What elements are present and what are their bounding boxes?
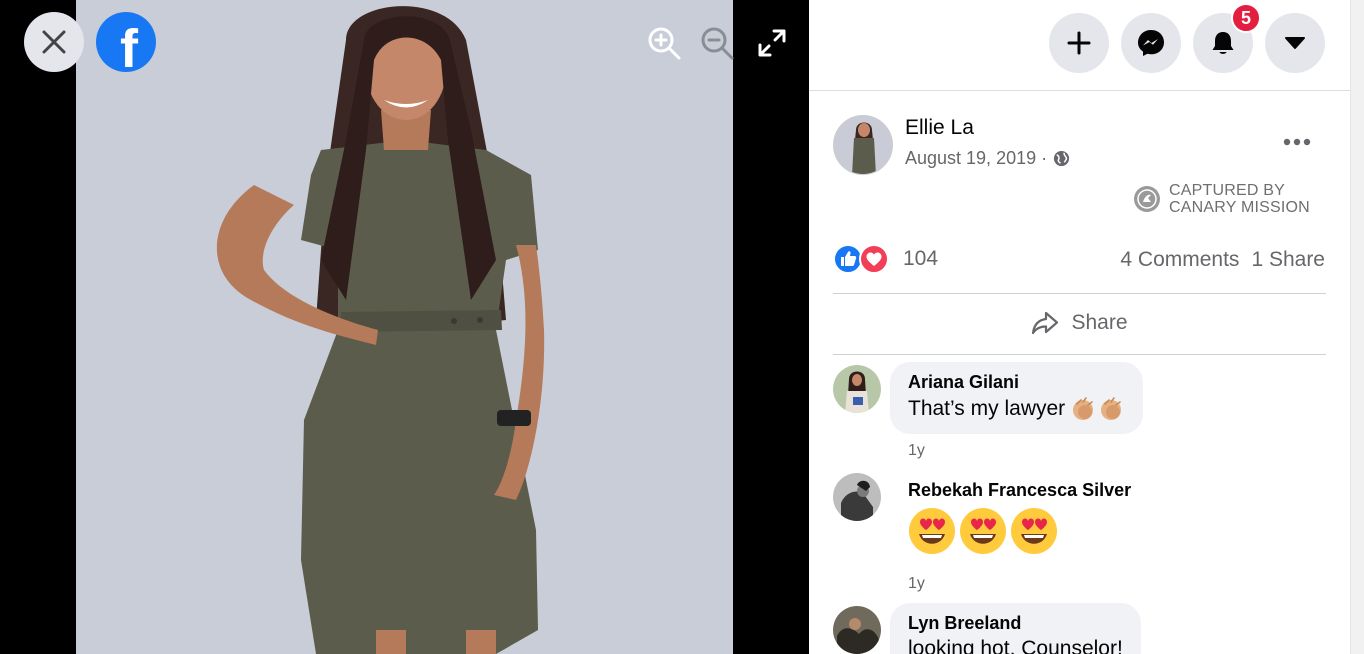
close-icon (42, 30, 66, 54)
top-navigation (809, 0, 1350, 91)
create-button[interactable] (1049, 13, 1109, 73)
engagement-summary: 4 Comments 1 Share (1120, 248, 1325, 272)
love-icon (859, 244, 889, 274)
share-label: Share (1071, 311, 1128, 334)
post-panel: Ellie La August 19, 2019 · CAPTURED BY C… (809, 0, 1350, 654)
zoom-in-button[interactable] (645, 24, 683, 62)
commenter-avatar-image (833, 473, 881, 521)
divider (833, 354, 1326, 355)
comment-content: Rebekah Francesca Silver (908, 480, 1131, 555)
facebook-logo[interactable]: f (96, 12, 156, 72)
comment-text: looking hot, Counselor! (908, 637, 1123, 654)
post-options-button[interactable] (1277, 124, 1317, 160)
clapping-hands-emoji (1073, 397, 1122, 420)
comment-bubble: Lyn Breeland looking hot, Counselor! (890, 603, 1141, 654)
fullscreen-icon (758, 29, 786, 57)
commenter-avatar[interactable] (833, 365, 881, 413)
commenter-name[interactable]: Rebekah Francesca Silver (908, 480, 1131, 501)
post-date[interactable]: August 19, 2019 · (905, 148, 1047, 169)
canary-mission-logo (1134, 186, 1160, 212)
messenger-icon (1138, 30, 1164, 56)
fullscreen-button[interactable] (753, 24, 791, 62)
post-meta: August 19, 2019 · (905, 148, 1070, 169)
zoom-out-icon (701, 27, 734, 60)
watermark-line-1: CAPTURED BY (1169, 182, 1285, 199)
zoom-out-button[interactable] (698, 24, 736, 62)
author-avatar-image (834, 116, 892, 174)
comments-count-link[interactable]: 4 Comments (1120, 248, 1239, 272)
bell-icon (1212, 32, 1234, 54)
author-avatar[interactable] (833, 115, 893, 175)
photo-viewer: f (0, 0, 809, 654)
watermark-line-2: CANARY MISSION (1169, 199, 1310, 216)
globe-icon (1054, 150, 1070, 167)
commenter-name[interactable]: Ariana Gilani (908, 372, 1125, 393)
commenter-avatar-image (833, 365, 881, 413)
reaction-summary[interactable]: 104 (833, 244, 938, 274)
close-button[interactable] (24, 12, 84, 72)
comment-bubble: Ariana Gilani That’s my lawyer (890, 362, 1144, 434)
messenger-button[interactable] (1121, 13, 1181, 73)
reaction-count: 104 (903, 247, 939, 270)
comment-time[interactable]: 1y (908, 442, 925, 460)
caret-down-icon (1285, 37, 1305, 49)
commenter-avatar[interactable] (833, 473, 881, 521)
share-icon (1032, 311, 1059, 335)
more-icon (1283, 138, 1311, 146)
commenter-avatar-image (833, 606, 881, 654)
comment-text: That’s my lawyer (908, 396, 1125, 422)
comment-text-value: That’s my lawyer (908, 397, 1066, 420)
divider (833, 293, 1326, 294)
comment-time[interactable]: 1y (908, 575, 925, 593)
plus-icon (1067, 31, 1091, 55)
photo-image (76, 0, 733, 654)
watermark: CAPTURED BY CANARY MISSION (1133, 182, 1310, 216)
commenter-name[interactable]: Lyn Breeland (908, 613, 1123, 634)
post-photo[interactable] (76, 0, 733, 654)
heart-eyes-emoji-row (909, 508, 1057, 554)
author-name[interactable]: Ellie La (905, 116, 974, 140)
account-menu-button[interactable] (1265, 13, 1325, 73)
zoom-in-icon (648, 27, 681, 60)
share-button[interactable]: Share (833, 300, 1326, 346)
commenter-avatar[interactable] (833, 606, 881, 654)
scrollbar[interactable] (1350, 0, 1364, 654)
comment-emojis (908, 507, 1131, 555)
shares-count-link[interactable]: 1 Share (1251, 248, 1325, 272)
notification-badge: 5 (1231, 3, 1261, 33)
